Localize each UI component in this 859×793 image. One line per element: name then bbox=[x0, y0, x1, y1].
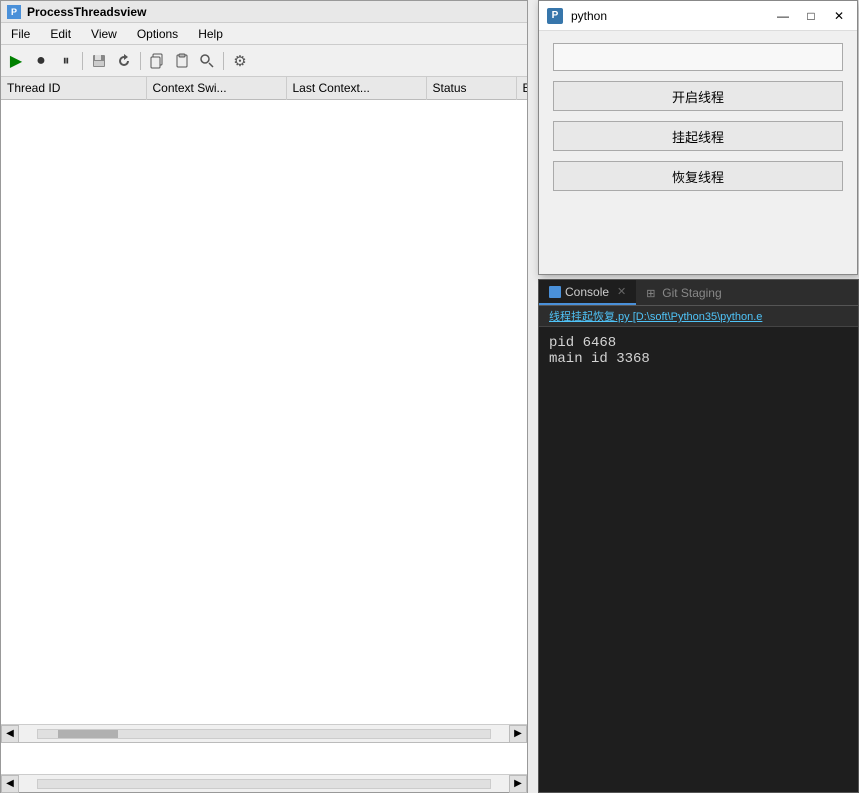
maximize-button[interactable]: □ bbox=[801, 6, 821, 26]
python-input[interactable] bbox=[553, 43, 843, 71]
bottom-hscroll-left[interactable]: ◀ bbox=[1, 775, 19, 793]
play-button[interactable]: ▶ bbox=[5, 50, 27, 72]
toolbar-separator-1 bbox=[82, 52, 83, 70]
bottom-hscroll-track bbox=[37, 779, 491, 789]
toolbar-separator-3 bbox=[223, 52, 224, 70]
find-button[interactable] bbox=[196, 50, 218, 72]
python-titlebar: P python — □ ✕ bbox=[539, 1, 857, 31]
suspend-thread-button[interactable]: 挂起线程 bbox=[553, 121, 843, 151]
tab-git-staging[interactable]: ⊞ Git Staging bbox=[636, 280, 731, 305]
copy-button[interactable] bbox=[146, 50, 168, 72]
tab-console[interactable]: Console ✕ bbox=[539, 280, 636, 305]
console-filepath[interactable]: 线程挂起恢复.py [D:\soft\Python35\python.e bbox=[539, 306, 858, 327]
bottom-hscroll: ◀ ▶ bbox=[1, 774, 527, 792]
main-title: ProcessThreadsview bbox=[27, 5, 146, 19]
menu-file[interactable]: File bbox=[1, 23, 40, 44]
paste-button[interactable] bbox=[171, 50, 193, 72]
hscroll-thumb[interactable] bbox=[58, 730, 118, 738]
resume-thread-button[interactable]: 恢复线程 bbox=[553, 161, 843, 191]
console-tab-icon bbox=[549, 286, 561, 298]
python-body: 开启线程 挂起线程 恢复线程 bbox=[539, 31, 857, 274]
console-tab-close[interactable]: ✕ bbox=[617, 285, 626, 298]
console-panel: Console ✕ ⊞ Git Staging 线程挂起恢复.py [D:\so… bbox=[538, 279, 859, 793]
stop-button[interactable]: ● bbox=[30, 50, 52, 72]
python-window: P python — □ ✕ 开启线程 挂起线程 恢复线程 bbox=[538, 0, 858, 275]
menu-edit[interactable]: Edit bbox=[40, 23, 81, 44]
close-button[interactable]: ✕ bbox=[829, 6, 849, 26]
refresh-button[interactable] bbox=[113, 50, 135, 72]
col-status: Status bbox=[426, 77, 516, 100]
col-ba: Ba bbox=[516, 77, 527, 100]
col-last-context: Last Context... bbox=[286, 77, 426, 100]
col-context-sw: Context Swi... bbox=[146, 77, 286, 100]
main-titlebar: P ProcessThreadsview bbox=[1, 1, 527, 23]
hscroll-track bbox=[37, 729, 491, 739]
pause-button[interactable]: ⏸ bbox=[55, 50, 77, 72]
thread-table-container: Thread ID Context Swi... Last Context...… bbox=[1, 77, 527, 724]
git-staging-icon: ⊞ bbox=[646, 287, 658, 299]
console-output: pid 6468 main id 3368 bbox=[539, 327, 858, 792]
python-title: python bbox=[571, 9, 765, 23]
console-tabbar: Console ✕ ⊞ Git Staging bbox=[539, 280, 858, 306]
main-window: P ProcessThreadsview File Edit View Opti… bbox=[0, 0, 528, 793]
menu-options[interactable]: Options bbox=[127, 23, 188, 44]
main-app-icon: P bbox=[7, 5, 21, 19]
settings-button[interactable]: ⚙ bbox=[229, 50, 251, 72]
python-icon: P bbox=[547, 8, 563, 24]
bottom-panel: ◀ ▶ bbox=[1, 742, 527, 792]
bottom-hscroll-right[interactable]: ▶ bbox=[509, 775, 527, 793]
hscroll-right-arrow[interactable]: ▶ bbox=[509, 725, 527, 743]
start-thread-button[interactable]: 开启线程 bbox=[553, 81, 843, 111]
git-staging-label: Git Staging bbox=[662, 286, 721, 300]
console-tab-label: Console bbox=[565, 285, 609, 299]
thread-table: Thread ID Context Swi... Last Context...… bbox=[1, 77, 527, 100]
col-thread-id: Thread ID bbox=[1, 77, 146, 100]
main-hscroll: ◀ ▶ bbox=[1, 724, 527, 742]
menu-help[interactable]: Help bbox=[188, 23, 233, 44]
menu-view[interactable]: View bbox=[81, 23, 127, 44]
main-toolbar: ▶ ● ⏸ ⚙ bbox=[1, 45, 527, 77]
save-button[interactable] bbox=[88, 50, 110, 72]
main-menubar: File Edit View Options Help bbox=[1, 23, 527, 45]
hscroll-left-arrow[interactable]: ◀ bbox=[1, 725, 19, 743]
minimize-button[interactable]: — bbox=[773, 6, 793, 26]
toolbar-separator-2 bbox=[140, 52, 141, 70]
